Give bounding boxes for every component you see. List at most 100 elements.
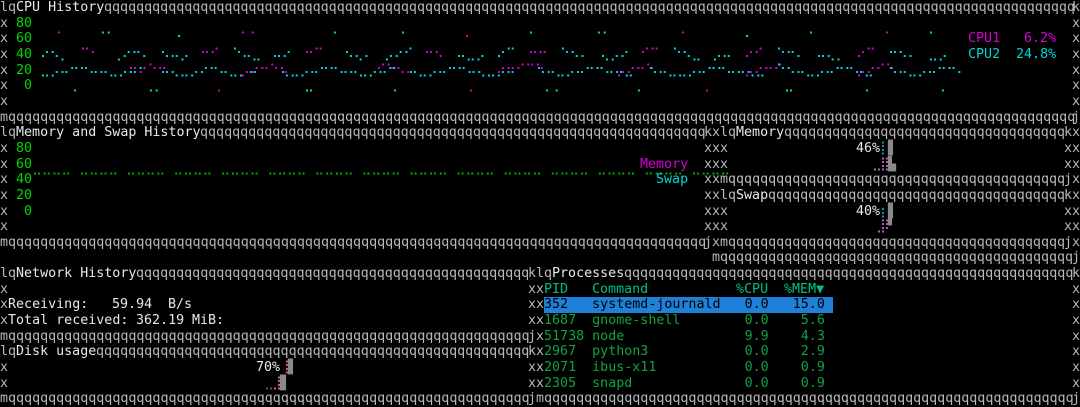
border-char: k xyxy=(1064,125,1073,141)
border-char: x xyxy=(1072,281,1080,297)
memory-swap-history-title: Memory and Swap History xyxy=(16,125,201,141)
cpu-graph-trace: ⠈ xyxy=(328,31,338,47)
cpu-graph-trace: ⠁ xyxy=(808,31,818,47)
cpu-axis-label-60: 60 xyxy=(16,31,33,47)
border-char: qqqqqqqqqqqqqqqqqqqqqqqqqqqqqqqqqqqqqqqq… xyxy=(8,391,530,407)
border-char: x xyxy=(1072,360,1080,376)
border-char: x xyxy=(0,375,9,391)
cpu-graph-trace: ⡀ xyxy=(392,78,402,94)
border-char: x xyxy=(712,172,721,188)
cpu1-legend-value: 6.2% xyxy=(1024,31,1057,47)
border-char: q xyxy=(728,187,737,203)
column-header-pid[interactable]: PID xyxy=(544,282,568,298)
border-char: x xyxy=(0,172,9,188)
border-char: l xyxy=(0,125,9,141)
border-char: qqqqqqqqqqqqqqqqqqqqqqqqqqqqqqqqqqqqqqqq… xyxy=(8,109,1076,125)
border-char: j xyxy=(528,328,537,344)
border-char: q xyxy=(728,125,737,141)
border-char: x xyxy=(536,297,545,313)
cpu-graph-trace: ⠒⠉ xyxy=(304,46,324,62)
border-char: x xyxy=(1072,15,1080,31)
process-row-51738[interactable]: 51738 node 9.9 4.3 xyxy=(544,329,833,345)
border-char: x xyxy=(712,125,721,141)
total-received-label: Total received: xyxy=(8,313,129,329)
cpu-graph-trace: ⠁ xyxy=(680,31,690,47)
border-char: x xyxy=(536,360,545,376)
border-char: x xyxy=(704,219,713,235)
border-char: m xyxy=(0,391,9,407)
border-char: q xyxy=(8,125,17,141)
border-char: x xyxy=(0,203,9,219)
border-char: x xyxy=(0,297,9,313)
border-char: j xyxy=(1064,172,1073,188)
receiving-value: 59.94 xyxy=(112,297,153,313)
border-char: j xyxy=(1072,109,1080,125)
column-header-command[interactable]: Command xyxy=(592,282,648,298)
border-char: x xyxy=(704,172,713,188)
cpu-graph-trace: ⠒⠊ xyxy=(200,46,220,62)
process-row-1687[interactable]: 1687 gnome-shell 0.0 5.6 xyxy=(544,313,833,329)
border-char: x xyxy=(536,313,545,329)
border-char: x xyxy=(0,62,9,78)
cpu-graph-trace: ⠊⠉ xyxy=(640,46,660,62)
border-char: x xyxy=(1072,156,1080,172)
process-row-2305[interactable]: 2305 snapd 0.0 0.9 xyxy=(544,376,833,392)
border-char: x xyxy=(712,156,721,172)
border-char: x xyxy=(1064,219,1073,235)
border-char: x xyxy=(528,360,537,376)
border-char: l xyxy=(536,266,545,282)
disk-meter: ▋ xyxy=(288,360,297,376)
border-char: x xyxy=(528,297,537,313)
cpu-graph-trace: ⠤⢄⡀ xyxy=(816,46,846,62)
border-char: q xyxy=(544,266,553,282)
border-char: x xyxy=(1072,78,1080,94)
border-char: x xyxy=(536,281,545,297)
disk-usage-title: Disk usage xyxy=(16,344,97,360)
border-char: x xyxy=(1072,313,1080,329)
border-char: k xyxy=(1072,266,1080,282)
cpu-graph-trace: ⡠⠔⠊ xyxy=(384,46,414,62)
column-header-mem-sorted[interactable]: %MEM▼ xyxy=(784,282,824,298)
border-char: x xyxy=(0,313,9,329)
cpu-graph-trace: ⣀⡠ xyxy=(928,46,948,62)
border-char: qqqqqqqqqqqqqqqqqqqqqqqqqqqqqqqqqqqqqqqq… xyxy=(624,266,1074,282)
process-row-2071[interactable]: 2071 ibus-x11 0.0 0.9 xyxy=(544,360,833,376)
column-header-cpu[interactable]: %CPU xyxy=(736,282,768,298)
border-char: x xyxy=(1072,46,1080,62)
border-char: x xyxy=(704,140,713,156)
cpu-graph-trace: ⠑⠢⣀ xyxy=(672,46,702,62)
border-char: q xyxy=(8,344,17,360)
border-char: qqqqqqqqqqqqqqqqqqqqqqqqqqqqqqqqqqqqqqqq… xyxy=(136,266,530,282)
border-char: x xyxy=(720,203,729,219)
cpu-graph-trace: ⠁ xyxy=(928,31,938,47)
border-char: x xyxy=(0,78,9,94)
border-char: k xyxy=(1064,187,1073,203)
cpu-graph-trace: ⠔⠢⡀ xyxy=(40,46,70,62)
disk-meter: ▊ xyxy=(280,375,289,391)
cpu-graph-trace: ⠑⠒⠄ xyxy=(776,46,806,62)
border-char: x xyxy=(536,328,545,344)
border-char: x xyxy=(1072,344,1080,360)
process-row-2967[interactable]: 2967 python3 0.0 2.9 xyxy=(544,344,833,360)
border-char: qqqqqqqqqqqqqqqqqqqqqqqqqqqqqqqqqqqqqqqq… xyxy=(720,250,1074,266)
swap-meter: ▘ xyxy=(888,219,897,235)
border-char: x xyxy=(1072,234,1080,250)
cpu-graph-trace: ⠢⠤⡠ xyxy=(160,46,190,62)
cpu2-legend-label: CPU2 xyxy=(968,46,1001,62)
border-char: x xyxy=(1064,140,1073,156)
process-row-352[interactable]: 352 systemd-journald 0.0 15.0 xyxy=(544,297,833,314)
cpu-graph-trace: ⠁ xyxy=(56,31,66,47)
cpu-graph-trace: ⢀ xyxy=(464,78,474,94)
cpu-graph-trace: ⠁⠁ xyxy=(240,31,260,47)
cpu-graph-trace: ⡀ xyxy=(864,78,874,94)
border-char: x xyxy=(720,140,729,156)
border-char: x xyxy=(0,15,9,31)
cpu-history-title: CPU History xyxy=(16,0,105,15)
border-char: x xyxy=(528,375,537,391)
cpu-graph-trace: ⡠⠤ xyxy=(712,46,732,62)
network-history-title: Network History xyxy=(16,266,137,282)
border-char: qqqqqqqqqqqqqqqqqqqqqqqqqqqqqqqqqqqqqqqq… xyxy=(728,234,1066,250)
border-char: j xyxy=(704,234,713,250)
border-char: m xyxy=(0,328,9,344)
border-char: x xyxy=(0,360,9,376)
